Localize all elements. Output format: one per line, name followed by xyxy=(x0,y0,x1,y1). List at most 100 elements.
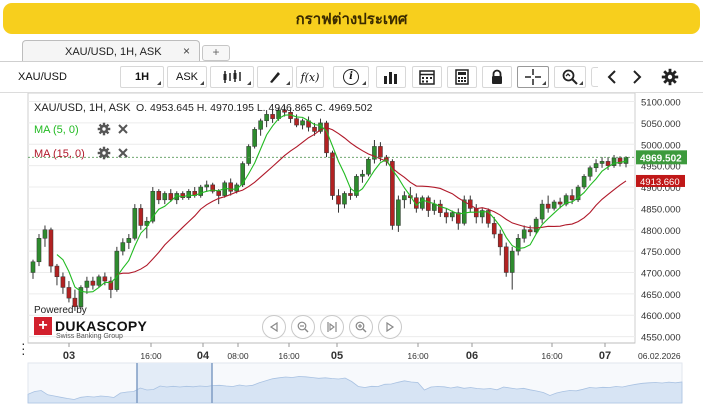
candle-down xyxy=(102,276,108,282)
close-tab-icon[interactable]: × xyxy=(183,44,190,58)
x-tick-label: 06.02.2026 xyxy=(638,351,681,361)
candle-down xyxy=(270,114,275,119)
instrument-selector[interactable]: XAU/USD xyxy=(16,66,114,88)
instrument-label: XAU/USD xyxy=(18,71,67,83)
candle-down xyxy=(545,203,551,209)
x-tick-label: 05 xyxy=(331,350,343,362)
period-label: 1H xyxy=(134,71,150,83)
drawing-tools-button[interactable] xyxy=(257,66,293,88)
candle-up xyxy=(450,212,455,218)
chart-tab-bar: XAU/USD, 1H, ASK × + xyxy=(0,38,703,62)
candle-up xyxy=(186,191,192,198)
zoom-in-button[interactable] xyxy=(349,315,373,339)
candle-up xyxy=(96,276,102,286)
crosshair-button[interactable] xyxy=(517,66,549,88)
ma-price-value: 4913.660 xyxy=(640,177,680,188)
candle-down xyxy=(228,182,233,192)
pan-left-button[interactable] xyxy=(262,315,286,339)
lock-icon xyxy=(492,69,502,84)
candle-down xyxy=(527,229,533,233)
candle-up xyxy=(30,261,36,273)
candle-up xyxy=(402,195,407,201)
powered-by-logo: Powered by + DUKASCOPY Swiss Banking Gro… xyxy=(34,305,147,340)
side-selector[interactable]: ASK xyxy=(167,66,207,88)
candle-down xyxy=(330,152,335,196)
calendar-button[interactable] xyxy=(412,66,442,88)
zoom-button[interactable] xyxy=(554,66,586,88)
x-tick-label: 06 xyxy=(466,350,478,362)
brand-name: DUKASCOPY xyxy=(55,318,148,334)
candle-down xyxy=(138,208,144,226)
y-tick-label: 4800.000 xyxy=(641,226,681,237)
period-selector[interactable]: 1H xyxy=(120,66,164,88)
candle-up xyxy=(126,238,132,243)
candle-down xyxy=(569,195,575,201)
candle-up xyxy=(366,158,371,175)
scroll-right-button[interactable] xyxy=(626,66,648,88)
y-tick-label: 5000.000 xyxy=(641,140,681,151)
candle-up xyxy=(623,157,629,164)
candle-up xyxy=(204,184,209,188)
candle-up xyxy=(162,193,168,201)
candle-up xyxy=(114,250,120,290)
candle-up xyxy=(551,201,557,209)
pan-right-button[interactable] xyxy=(378,315,402,339)
calendar-icon xyxy=(419,70,435,85)
x-tick-label: 08:00 xyxy=(227,351,249,361)
zoom-out-icon xyxy=(297,321,309,333)
candle-up xyxy=(300,120,305,126)
chart-tab-label: XAU/USD, 1H, ASK xyxy=(65,46,162,58)
candle-down xyxy=(48,229,54,267)
indicator-settings-icon xyxy=(97,122,111,136)
fx-label: f(x) xyxy=(300,70,320,84)
candle-down xyxy=(503,246,509,273)
zoom-out-button[interactable] xyxy=(291,315,315,339)
candle-down xyxy=(426,197,431,211)
side-label: ASK xyxy=(175,71,198,83)
x-tick-label: 16:00 xyxy=(140,351,162,361)
chart-type-button[interactable] xyxy=(210,66,254,88)
candle-down xyxy=(336,195,341,205)
indicators-button[interactable]: f(x) xyxy=(296,66,324,88)
swiss-cross-icon: + xyxy=(34,317,52,335)
y-tick-label: 4750.000 xyxy=(641,247,681,258)
candle-up xyxy=(593,163,599,169)
candle-up xyxy=(581,176,587,188)
candle-down xyxy=(491,223,497,235)
brand-tagline: Swiss Banking Group xyxy=(56,333,123,340)
chart-area[interactable]: 5100.000 5050.000 5000.000 4950.000 4900.000… xyxy=(0,92,703,409)
drag-handle-icon[interactable]: · · · xyxy=(21,336,26,360)
chart-toolbar: XAU/USD 1H ASK f(x) i xyxy=(0,62,703,93)
info-button[interactable]: i xyxy=(333,66,369,88)
candle-down xyxy=(168,193,174,201)
candle-down xyxy=(66,287,72,299)
gear-icon xyxy=(661,68,679,86)
reset-view-button[interactable] xyxy=(320,315,344,339)
chart-nav-buttons xyxy=(262,315,402,339)
calculator-button[interactable] xyxy=(447,66,477,88)
candle-down xyxy=(312,126,317,132)
chart-tab[interactable]: XAU/USD, 1H, ASK × xyxy=(22,40,200,62)
candle-up xyxy=(264,114,269,122)
ohlc-readout: O. 4953.645 H. 4970.195 L. 4946.865 C. 4… xyxy=(136,102,373,114)
indicator-label-1: MA (15, 0) xyxy=(34,148,85,160)
candle-up xyxy=(396,199,401,226)
volume-button[interactable] xyxy=(376,66,406,88)
y-tick-label: 5100.000 xyxy=(641,98,681,109)
price-chart[interactable]: 5100.0005050.0005000.0004950.0004900.000… xyxy=(0,92,703,409)
candle-down xyxy=(60,276,66,288)
candle-up xyxy=(342,193,347,205)
x-tick-label: 16:00 xyxy=(541,351,563,361)
scroll-left-button[interactable] xyxy=(601,66,623,88)
candle-up xyxy=(461,199,467,224)
settings-button[interactable] xyxy=(658,66,682,88)
lock-button[interactable] xyxy=(482,66,512,88)
candle-down xyxy=(605,161,611,166)
new-tab-button[interactable]: + xyxy=(202,45,230,61)
y-tick-label: 4650.000 xyxy=(641,290,681,301)
y-tick-label: 5050.000 xyxy=(641,119,681,130)
zoom-in-icon xyxy=(355,321,367,333)
chevron-left-icon xyxy=(607,70,616,84)
candle-down xyxy=(378,146,383,158)
candle-up xyxy=(132,208,138,239)
